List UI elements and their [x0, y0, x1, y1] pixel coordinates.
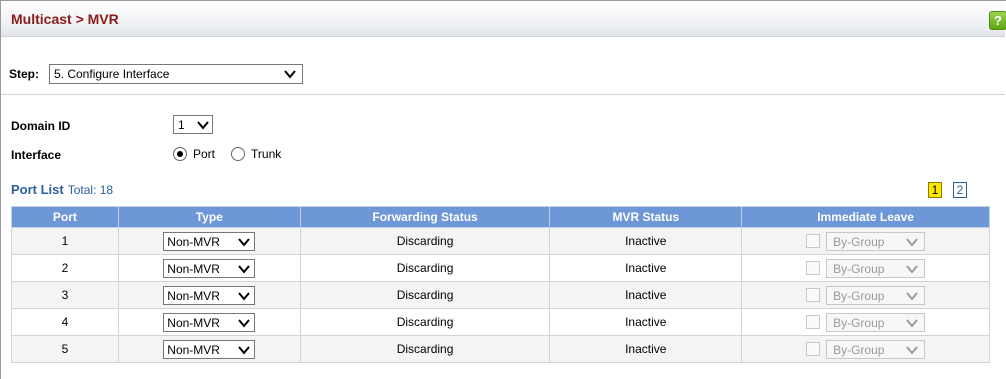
table-header-row: Port Type Forwarding Status MVR Status Immed… [11, 206, 990, 228]
forwarding-status-cell: Discarding [299, 308, 551, 336]
chevron-down-icon [284, 70, 296, 79]
column-header: MVR Status [549, 206, 743, 228]
port-cell: 4 [11, 308, 119, 336]
forwarding-status-cell: Discarding [299, 254, 551, 282]
type-value: Non-MVR [167, 315, 220, 330]
step-select-value: 5. Configure Interface [54, 67, 170, 81]
port-cell: 1 [11, 227, 119, 255]
domain-id-select[interactable]: 1 [173, 115, 213, 134]
column-header: Forwarding Status [299, 206, 551, 228]
leave-mode-value: By-Group [833, 288, 885, 303]
immediate-leave-cell: By-Group [741, 227, 990, 255]
port-cell: 5 [11, 335, 119, 363]
port-list-heading: Port List [11, 182, 64, 197]
chevron-down-icon [906, 264, 918, 274]
mvr-status-cell: Inactive [549, 308, 743, 336]
immediate-leave-checkbox[interactable] [806, 288, 821, 302]
interface-radio-port[interactable] [173, 147, 187, 161]
chevron-down-icon [906, 237, 918, 247]
page-title: Multicast > MVR [11, 11, 119, 27]
port-cell: 3 [11, 281, 119, 309]
page-button-1[interactable]: 1 [928, 182, 942, 198]
mvr-status-cell: Inactive [549, 254, 743, 282]
type-cell: Non-MVR [117, 281, 301, 309]
port-cell: 2 [11, 254, 119, 282]
mvr-status-cell: Inactive [549, 227, 743, 255]
type-select[interactable]: Non-MVR [163, 339, 256, 359]
immediate-leave-cell: By-Group [741, 254, 990, 282]
type-cell: Non-MVR [117, 227, 301, 255]
port-table: Port Type Forwarding Status MVR Status Immed… [11, 206, 990, 363]
table-row: 4 Non-MVR Discarding Inactive By-Group [11, 308, 990, 336]
forwarding-status-cell: Discarding [299, 281, 551, 309]
help-icon[interactable]: ? [989, 11, 1006, 30]
immediate-leave-checkbox[interactable] [806, 342, 821, 356]
type-value: Non-MVR [167, 234, 220, 249]
port-list-total: Total: 18 [67, 183, 114, 197]
forwarding-status-cell: Discarding [299, 335, 551, 363]
type-select[interactable]: Non-MVR [163, 285, 256, 305]
type-value: Non-MVR [167, 342, 220, 357]
page-button-2[interactable]: 2 [953, 182, 967, 198]
chevron-down-icon [906, 345, 918, 355]
immediate-leave-checkbox[interactable] [806, 315, 821, 329]
interface-radio-label: Port [193, 147, 216, 161]
type-select[interactable]: Non-MVR [163, 258, 256, 278]
chevron-down-icon [238, 345, 251, 355]
interface-radio-label: Trunk [251, 147, 282, 161]
forwarding-status-cell: Discarding [299, 227, 551, 255]
chevron-down-icon [197, 121, 209, 130]
chevron-down-icon [906, 318, 918, 328]
leave-mode-value: By-Group [833, 315, 885, 330]
immediate-leave-checkbox[interactable] [806, 261, 821, 275]
column-header: Port [11, 206, 119, 228]
chevron-down-icon [238, 291, 251, 301]
domain-id-label: Domain ID [11, 119, 71, 133]
type-cell: Non-MVR [117, 308, 301, 336]
mvr-status-cell: Inactive [549, 335, 743, 363]
leave-mode-select[interactable]: By-Group [826, 285, 926, 305]
column-header: Immediate Leave [741, 206, 990, 228]
pagination: 12 [928, 182, 967, 198]
type-cell: Non-MVR [117, 254, 301, 282]
title-bar: Multicast > MVR ? [1, 1, 1006, 37]
interface-radio-trunk[interactable] [231, 147, 246, 161]
port-list-title: Port List Total: 18 [11, 182, 113, 197]
leave-mode-select[interactable]: By-Group [826, 312, 926, 332]
leave-mode-value: By-Group [833, 342, 885, 357]
chevron-down-icon [238, 237, 251, 247]
chevron-down-icon [238, 264, 251, 274]
immediate-leave-checkbox[interactable] [806, 234, 821, 248]
leave-mode-select[interactable]: By-Group [826, 231, 926, 251]
immediate-leave-cell: By-Group [741, 281, 990, 309]
chevron-down-icon [906, 291, 918, 301]
immediate-leave-cell: By-Group [741, 308, 990, 336]
type-select[interactable]: Non-MVR [163, 312, 256, 332]
type-cell: Non-MVR [117, 335, 301, 363]
interface-label: Interface [11, 148, 62, 162]
mvr-status-cell: Inactive [549, 281, 743, 309]
table-row: 1 Non-MVR Discarding Inactive By-Group [11, 227, 990, 255]
table-row: 3 Non-MVR Discarding Inactive By-Group [11, 281, 990, 309]
table-row: 2 Non-MVR Discarding Inactive By-Group [11, 254, 990, 282]
column-header: Type [117, 206, 301, 228]
interface-radio-group: Port Trunk [173, 147, 297, 161]
chevron-down-icon [238, 318, 251, 328]
table-body: 1 Non-MVR Discarding Inactive By-Group 2 Non-M… [11, 227, 990, 363]
type-select[interactable]: Non-MVR [163, 231, 256, 251]
divider [1, 94, 1005, 95]
domain-id-value: 1 [178, 118, 185, 132]
table-row: 5 Non-MVR Discarding Inactive By-Group [11, 335, 990, 363]
leave-mode-select[interactable]: By-Group [826, 339, 926, 359]
leave-mode-select[interactable]: By-Group [826, 258, 926, 278]
step-row: Step: 5. Configure Interface [9, 59, 303, 89]
step-label: Step: [9, 67, 39, 81]
type-value: Non-MVR [167, 261, 220, 276]
type-value: Non-MVR [167, 288, 220, 303]
leave-mode-value: By-Group [833, 234, 885, 249]
step-select[interactable]: 5. Configure Interface [49, 64, 303, 84]
leave-mode-value: By-Group [833, 261, 885, 276]
immediate-leave-cell: By-Group [741, 335, 990, 363]
